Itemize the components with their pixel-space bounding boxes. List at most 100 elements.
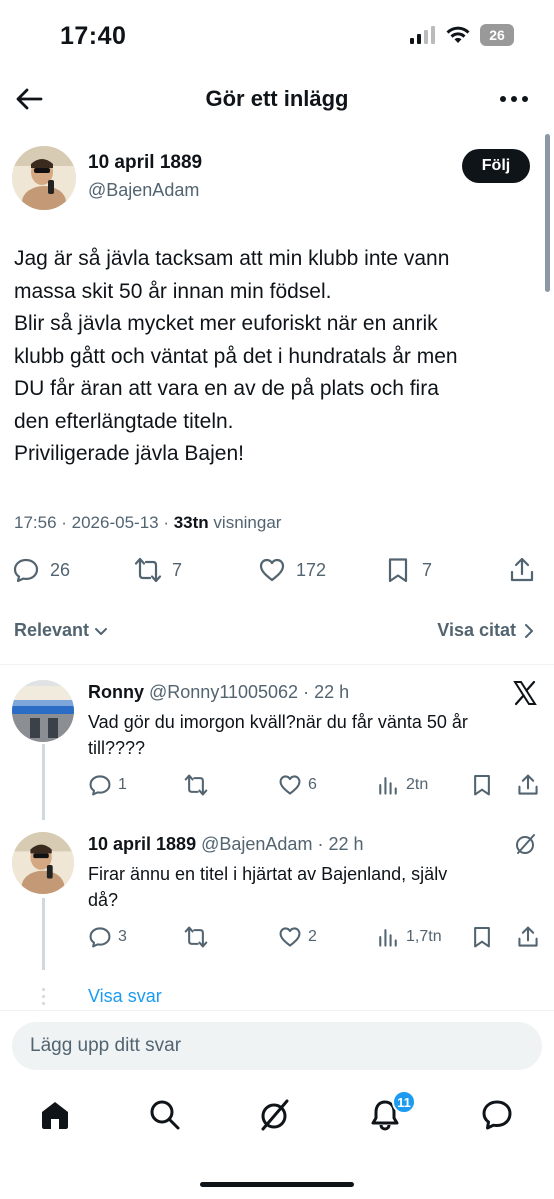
reply-composer-input[interactable]: Lägg upp ditt svar — [12, 1022, 542, 1070]
reply-icon — [89, 927, 111, 948]
heart-icon — [279, 775, 301, 795]
tab-notifications[interactable]: 11 — [368, 1090, 416, 1134]
share-icon — [518, 926, 538, 947]
bookmark-icon — [474, 926, 490, 948]
post-text-line: klubb gått och väntat på det i hundratal… — [14, 344, 458, 368]
reply-avatar[interactable] — [12, 680, 74, 742]
reply-time: · 22 h — [312, 834, 364, 854]
reply-reply-action[interactable]: 3 — [88, 925, 127, 949]
reply-icon — [89, 775, 111, 796]
like-count: 172 — [296, 559, 327, 580]
post-text-line: DU får äran att vara en av de på plats o… — [14, 377, 439, 400]
reply-views-action[interactable]: 1,7tn — [376, 925, 442, 949]
reply-text-line: Firar ännu en titel i hjärtat av Bajenla… — [88, 864, 448, 884]
reply-text-line: till???? — [88, 738, 146, 758]
author-handle[interactable]: @BajenAdam — [88, 180, 199, 201]
more-options-icon[interactable] — [498, 86, 530, 112]
reply-filter-row: Relevant Visa citat — [0, 618, 554, 648]
repost-count: 7 — [172, 559, 183, 580]
heart-icon — [279, 927, 301, 947]
analytics-icon — [379, 929, 397, 947]
reply-text: Vad gör du imorgon kväll?när du får vänt… — [88, 709, 538, 761]
reply-reply-count: 1 — [118, 776, 127, 793]
like-action[interactable]: 172 — [258, 556, 326, 584]
divider — [0, 664, 554, 665]
notifications-badge: 11 — [392, 1090, 416, 1114]
views-count: 33tn — [173, 513, 209, 532]
reply-views-action[interactable]: 2tn — [376, 773, 428, 797]
reply-header: Ronny @Ronny11005062 · 22 h — [88, 682, 349, 703]
post-meta: 17:56 · 2026-05-13 · 33tn visningar — [14, 513, 281, 533]
reply-repost-action[interactable] — [184, 925, 214, 949]
reply-like-count: 6 — [308, 776, 317, 793]
reply-bookmark-action[interactable] — [470, 925, 494, 949]
reply-views-count: 1,7tn — [406, 928, 442, 945]
repost-action[interactable]: 7 — [134, 556, 182, 584]
show-replies-link[interactable]: Visa svar — [88, 986, 162, 1007]
reply-avatar[interactable] — [12, 832, 74, 894]
top-nav: Gör ett inlägg — [0, 74, 554, 124]
tab-search[interactable] — [148, 1098, 184, 1134]
battery-icon: 26 — [480, 24, 514, 46]
repost-icon — [134, 557, 162, 583]
author-name[interactable]: 10 april 1889 — [88, 152, 202, 174]
reply-reply-count: 3 — [118, 928, 127, 945]
reply-author-name[interactable]: Ronny — [88, 682, 144, 702]
reply-author-handle[interactable]: @BajenAdam — [201, 834, 312, 854]
scrollbar[interactable] — [545, 134, 550, 292]
reply-count: 26 — [50, 559, 71, 580]
home-indicator[interactable] — [200, 1182, 354, 1187]
x-logo-icon — [513, 680, 537, 706]
repost-icon — [184, 774, 208, 796]
divider — [0, 1010, 554, 1011]
reply-text-line: då? — [88, 890, 119, 910]
post-text: Jag är så jävla tacksam att min klubb in… — [14, 243, 534, 471]
reply-like-action[interactable]: 2 — [278, 925, 317, 949]
post-actions: 26 7 172 7 — [0, 556, 554, 590]
post-text-line: den efterlängtade titeln. — [14, 409, 234, 433]
tab-grok[interactable] — [258, 1098, 294, 1134]
share-action[interactable] — [508, 556, 536, 584]
post-text-line: Priviligerade jävla Bajen! — [14, 442, 244, 465]
sort-dropdown[interactable]: Relevant — [14, 620, 109, 641]
repost-icon — [184, 926, 208, 948]
views-label: visningar — [208, 513, 282, 532]
share-icon — [518, 774, 538, 795]
post-text-line: massa skit 50 år innan min födsel. — [14, 279, 332, 303]
post-text-line: Jag är så jävla tacksam att min klubb in… — [14, 247, 450, 270]
post-timestamp[interactable]: 17:56 · 2026-05-13 · — [14, 513, 174, 532]
reply-text-line: Vad gör du imorgon kväll?när du får vänt… — [88, 712, 468, 732]
reply-repost-action[interactable] — [184, 773, 214, 797]
post-text-line: Blir så jävla mycket mer euforiskt när e… — [14, 312, 438, 335]
follow-button[interactable]: Följ — [462, 149, 530, 183]
reply-like-action[interactable]: 6 — [278, 773, 317, 797]
view-quotes-link[interactable]: Visa citat — [437, 620, 536, 641]
reply-action[interactable]: 26 — [12, 556, 70, 584]
status-icons: 26 — [410, 24, 514, 46]
bookmark-icon — [474, 774, 490, 796]
bookmark-action[interactable]: 7 — [384, 556, 432, 584]
share-icon — [510, 557, 534, 582]
tab-messages[interactable] — [480, 1098, 516, 1134]
reply-item[interactable]: 10 april 1889 @BajenAdam · 22 h Firar än… — [0, 828, 554, 968]
reply-bookmark-action[interactable] — [470, 773, 494, 797]
reply-like-count: 2 — [308, 928, 317, 945]
grok-icon — [261, 1099, 289, 1131]
reply-time: · 22 h — [298, 682, 350, 702]
thread-continuation-dots — [42, 988, 46, 1005]
reply-author-name[interactable]: 10 april 1889 — [88, 834, 196, 854]
reply-author-handle[interactable]: @Ronny11005062 — [149, 682, 298, 702]
tab-home[interactable] — [38, 1098, 74, 1134]
wifi-icon — [446, 26, 470, 43]
home-icon — [42, 1102, 68, 1129]
grok-icon[interactable] — [514, 832, 538, 856]
reply-share-action[interactable] — [516, 925, 540, 949]
reply-header: 10 april 1889 @BajenAdam · 22 h — [88, 834, 363, 855]
reply-share-action[interactable] — [516, 773, 540, 797]
chevron-down-icon — [95, 627, 108, 635]
reply-item[interactable]: Ronny @Ronny11005062 · 22 h Vad gör du i… — [0, 676, 554, 816]
chevron-right-icon — [525, 623, 533, 638]
reply-reply-action[interactable]: 1 — [88, 773, 127, 797]
author-avatar[interactable] — [12, 146, 76, 210]
page-title: Gör ett inlägg — [205, 86, 349, 111]
